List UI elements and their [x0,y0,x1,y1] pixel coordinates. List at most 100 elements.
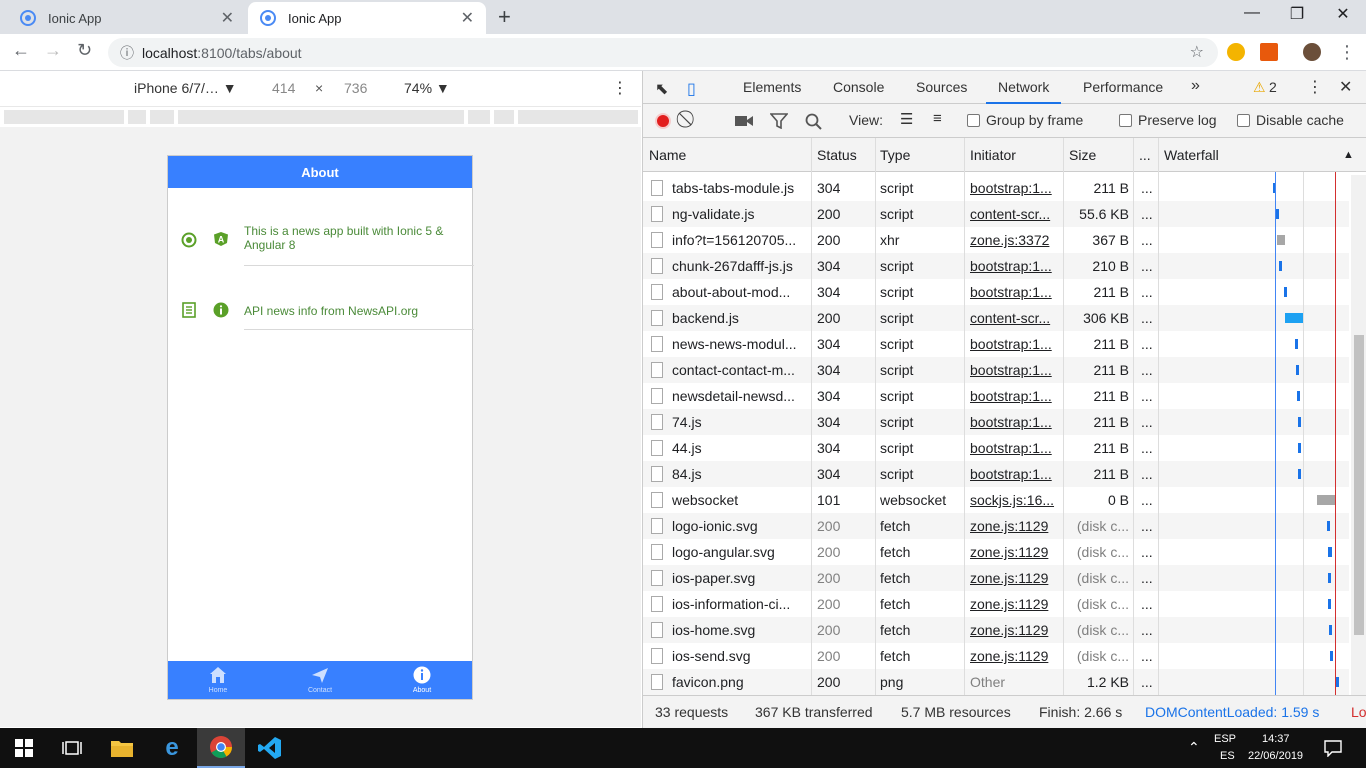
settings-menu-icon[interactable]: ⋮ [1307,77,1323,97]
height-input[interactable]: 736 [344,80,367,96]
back-arrow-icon[interactable]: ← [12,40,30,61]
waterfall-view-icon[interactable]: ≡ [933,110,942,127]
table-row[interactable]: tabs-tabs-module.js 304 script bootstrap:1.… [643,175,1349,201]
close-icon[interactable]: ✕ [461,8,474,28]
table-row[interactable]: ios-paper.svg 200 fetch zone.js:1129 (disk c… [643,565,1349,591]
forward-arrow-icon[interactable]: → [44,40,62,61]
cell-initiator[interactable]: bootstrap:1... [970,284,1060,300]
device-select[interactable]: iPhone 6/7/… ▼ [134,80,237,96]
zoom-select[interactable]: 74% ▼ [404,80,450,96]
list-item[interactable]: API news info from NewsAPI.org [168,270,474,330]
column-waterfall[interactable]: Waterfall [1164,147,1219,163]
table-row[interactable]: info?t=156120705... 200 xhr zone.js:3372 367… [643,227,1349,253]
search-icon[interactable] [805,113,822,130]
table-row[interactable]: backend.js 200 script content-scr... 306 KB.… [643,305,1349,331]
table-row[interactable]: 44.js 304 script bootstrap:1... 211 B... [643,435,1349,461]
info-icon[interactable]: ⓘ [120,43,134,63]
table-row[interactable]: logo-ionic.svg 200 fetch zone.js:1129 (disk … [643,513,1349,539]
bookmark-star-icon[interactable]: ☆ [1190,42,1204,62]
record-icon[interactable] [655,113,671,129]
file-explorer-button[interactable] [98,728,146,768]
column-name[interactable]: Name [649,147,686,163]
close-devtools-icon[interactable]: ✕ [1339,77,1352,97]
column-time[interactable]: ... [1139,147,1151,163]
scrollbar[interactable] [1351,175,1366,695]
vscode-button[interactable] [246,728,294,768]
cell-initiator[interactable]: bootstrap:1... [970,258,1060,274]
minimize-button[interactable]: — [1237,4,1267,22]
device-menu-icon[interactable]: ⋮ [612,78,628,98]
large-rows-icon[interactable]: ☰ [900,110,913,128]
table-row[interactable]: favicon.png 200 png Other 1.2 KB... [643,669,1349,695]
column-status[interactable]: Status [817,147,857,163]
inspect-element-icon[interactable]: ⬉ [655,79,668,99]
cell-initiator[interactable]: bootstrap:1... [970,362,1060,378]
close-icon[interactable]: ✕ [221,8,234,28]
cell-initiator[interactable]: bootstrap:1... [970,466,1060,482]
table-row[interactable]: newsdetail-newsd... 304 script bootstrap:1.… [643,383,1349,409]
table-row[interactable]: ios-home.svg 200 fetch zone.js:1129 (disk c.… [643,617,1349,643]
input-language[interactable]: ESP [1214,733,1236,745]
list-item[interactable]: A This is a news app built with Ionic 5 … [168,206,474,266]
tab-home[interactable]: Home [178,665,258,694]
browser-tab[interactable]: Ionic App ✕ [8,2,246,34]
clock-time[interactable]: 14:37 [1262,733,1290,745]
table-row[interactable]: logo-angular.svg 200 fetch zone.js:1129 (dis… [643,539,1349,565]
more-tabs-icon[interactable]: » [1191,77,1200,95]
column-initiator[interactable]: Initiator [970,147,1016,163]
menu-kebab-icon[interactable]: ⋮ [1338,42,1356,63]
extension-moon-icon[interactable] [1227,43,1245,61]
cell-initiator[interactable]: content-scr... [970,206,1060,222]
browser-tab-active[interactable]: Ionic App ✕ [248,2,486,34]
task-view-button[interactable] [48,728,96,768]
tab-about[interactable]: About [382,665,462,694]
extension-on-icon[interactable] [1260,43,1278,61]
tab-contact[interactable]: Contact [280,665,360,694]
tab-network[interactable]: Network [986,71,1062,104]
group-by-frame-checkbox[interactable]: Group by frame [967,112,1083,128]
table-row[interactable]: contact-contact-m... 304 script bootstrap:1… [643,357,1349,383]
sort-ascending-icon[interactable]: ▲ [1343,149,1354,161]
media-query-bar[interactable] [0,107,641,127]
clock-date[interactable]: 22/06/2019 [1248,750,1303,762]
chrome-button[interactable] [197,728,245,768]
cell-initiator[interactable]: bootstrap:1... [970,414,1060,430]
cell-initiator[interactable]: sockjs.js:16... [970,492,1060,508]
table-row[interactable]: ios-send.svg 200 fetch zone.js:1129 (disk c.… [643,643,1349,669]
table-row[interactable]: websocket 101 websocket sockjs.js:16... 0 B.… [643,487,1349,513]
table-row[interactable]: news-news-modul... 304 script bootstrap:1..… [643,331,1349,357]
edge-button[interactable]: e [148,728,196,768]
table-row[interactable]: chunk-267dafff-js.js 304 script bootstrap:1… [643,253,1349,279]
maximize-button[interactable]: ❐ [1282,4,1312,24]
preserve-log-checkbox[interactable]: Preserve log [1119,112,1217,128]
tab-sources[interactable]: Sources [916,79,967,95]
table-row[interactable]: 74.js 304 script bootstrap:1... 211 B... [643,409,1349,435]
filter-icon[interactable] [770,113,788,129]
cell-initiator[interactable]: zone.js:1129 [970,648,1060,664]
profile-avatar[interactable] [1303,43,1321,61]
scrollbar-thumb[interactable] [1354,335,1364,635]
window-close-button[interactable]: ✕ [1328,4,1358,24]
cell-initiator[interactable]: zone.js:1129 [970,518,1060,534]
column-type[interactable]: Type [880,147,910,163]
table-row[interactable]: 84.js 304 script bootstrap:1... 211 B... [643,461,1349,487]
cell-initiator[interactable]: bootstrap:1... [970,336,1060,352]
cell-initiator[interactable]: content-scr... [970,310,1060,326]
show-hidden-icons-icon[interactable]: ⌃ [1188,739,1200,756]
cell-initiator[interactable]: bootstrap:1... [970,180,1060,196]
cell-initiator[interactable]: zone.js:1129 [970,596,1060,612]
column-size[interactable]: Size [1069,147,1096,163]
camera-icon[interactable] [735,114,753,128]
new-tab-button[interactable]: + [498,4,511,30]
reload-icon[interactable]: ↻ [77,40,92,61]
keyboard-layout[interactable]: ES [1220,750,1235,762]
cell-initiator[interactable]: zone.js:3372 [970,232,1060,248]
disable-cache-checkbox[interactable]: Disable cache [1237,112,1344,128]
width-input[interactable]: 414 [272,80,295,96]
cell-initiator[interactable]: bootstrap:1... [970,440,1060,456]
warning-icon[interactable]: ⚠ [1253,79,1266,96]
cell-initiator[interactable]: zone.js:1129 [970,622,1060,638]
notification-center-icon[interactable] [1324,739,1342,757]
cell-initiator[interactable]: zone.js:1129 [970,544,1060,560]
device-toggle-icon[interactable]: ▯ [687,79,696,99]
